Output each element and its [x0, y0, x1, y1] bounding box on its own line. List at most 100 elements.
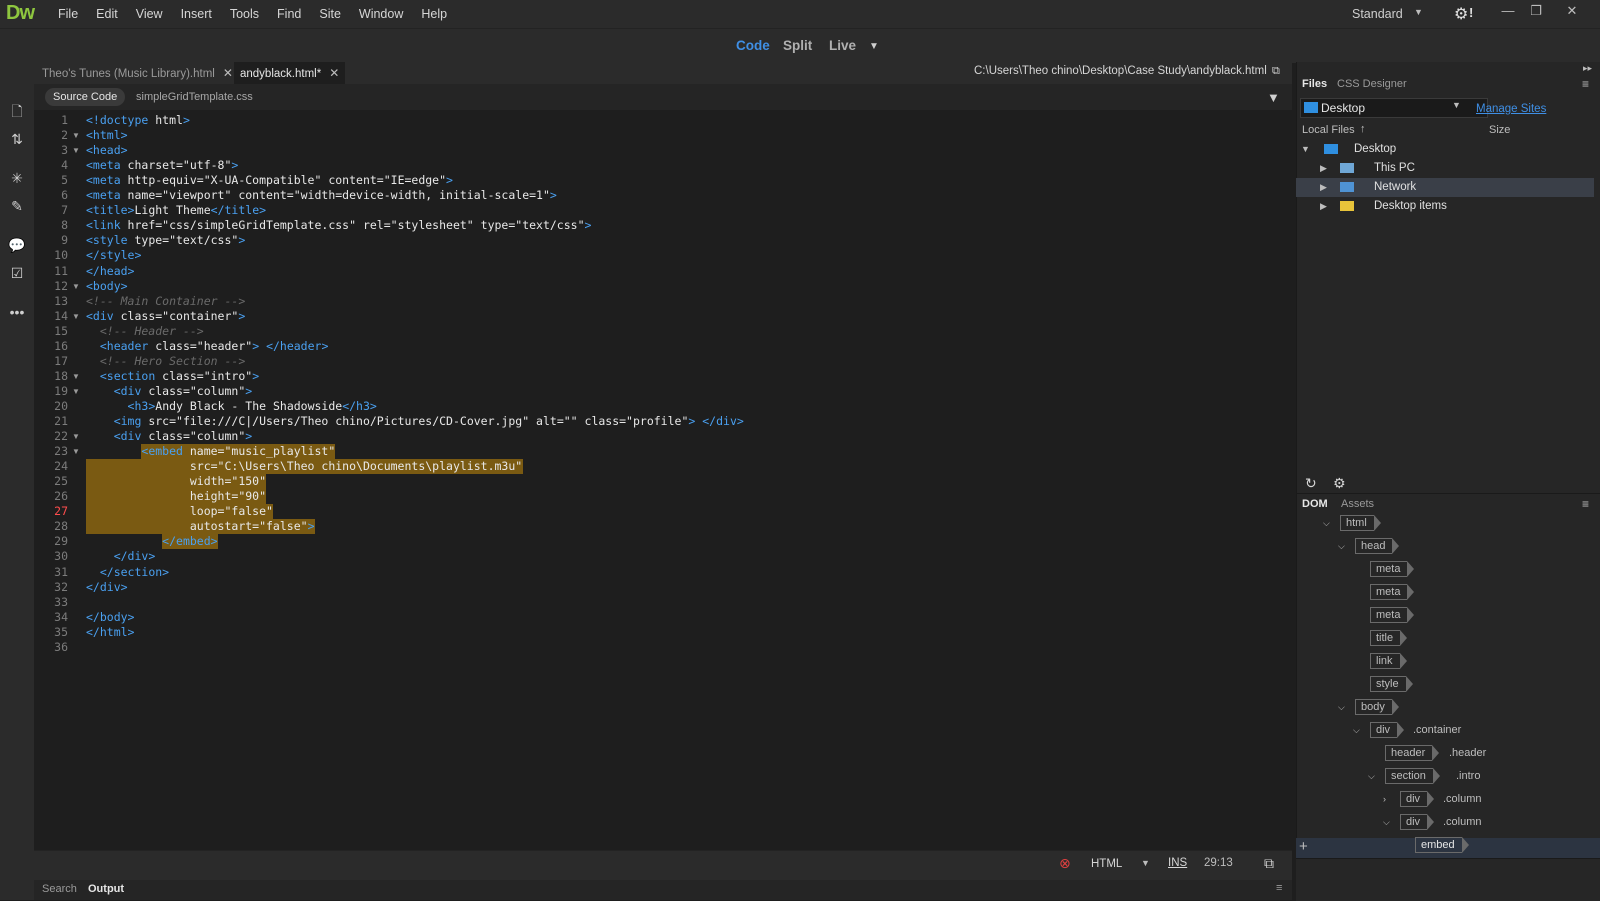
fold-arrow-icon[interactable]: ▼: [72, 146, 80, 155]
error-icon[interactable]: ⊗: [1059, 855, 1071, 872]
chevron-right-icon[interactable]: ›: [1383, 789, 1386, 809]
code-line[interactable]: <!-- Main Container -->: [86, 294, 245, 309]
menu-file[interactable]: File: [49, 0, 87, 28]
dom-tag[interactable]: style: [1370, 676, 1413, 692]
connect-icon[interactable]: ⚙: [1333, 475, 1346, 492]
file-tree-item-network[interactable]: ▶ Network: [1296, 178, 1594, 197]
tab-search[interactable]: Search: [42, 883, 77, 895]
dom-tag[interactable]: embed: [1415, 837, 1469, 853]
chevron-right-icon[interactable]: ▶: [1320, 159, 1327, 178]
dom-tag[interactable]: link: [1370, 653, 1406, 669]
fold-arrow-icon[interactable]: ▼: [72, 432, 80, 441]
code-view-button[interactable]: Code: [736, 38, 770, 53]
code-line[interactable]: <title>Light Theme</title>: [86, 203, 266, 218]
code-line[interactable]: <!-- Hero Section -->: [86, 354, 245, 369]
gear-icon[interactable]: ⚙: [1454, 4, 1468, 24]
fold-arrow-icon[interactable]: ▼: [72, 372, 80, 381]
code-line[interactable]: </section>: [86, 565, 169, 580]
dom-tag[interactable]: div: [1400, 791, 1435, 807]
chevron-down-icon[interactable]: ⌵: [1323, 513, 1330, 533]
code-line[interactable]: <!-- Header -->: [86, 324, 204, 339]
dom-tag[interactable]: meta: [1370, 607, 1416, 623]
panel-menu-icon[interactable]: ≡: [1582, 77, 1589, 91]
dom-tag[interactable]: title: [1370, 630, 1408, 646]
dom-tag[interactable]: body: [1355, 699, 1399, 715]
tab-output[interactable]: Output: [88, 883, 124, 895]
workspace-switcher[interactable]: Standard: [1352, 0, 1403, 28]
code-line[interactable]: <embed name="music_playlist": [86, 444, 335, 459]
size-column-header[interactable]: Size: [1489, 124, 1510, 136]
code-line[interactable]: <!doctype html>: [86, 113, 190, 128]
code-check-icon[interactable]: ☑: [7, 263, 27, 283]
code-line[interactable]: <img src="file:///C|/Users/Theo chino/Pi…: [86, 414, 744, 429]
chevron-right-icon[interactable]: ▶: [1320, 178, 1327, 197]
dom-node[interactable]: link: [1296, 651, 1596, 671]
expand-collapse-icon[interactable]: ✳: [7, 168, 27, 188]
code-line[interactable]: autostart="false">: [86, 519, 315, 534]
code-line[interactable]: <style type="text/css">: [86, 233, 245, 248]
code-line[interactable]: loop="false": [86, 504, 273, 519]
live-view-button[interactable]: Live: [829, 38, 856, 53]
menu-help[interactable]: Help: [412, 0, 456, 28]
open-new-window-icon[interactable]: ⧉: [1272, 65, 1280, 78]
dom-node[interactable]: meta: [1296, 582, 1596, 602]
code-line[interactable]: <html>: [86, 128, 128, 143]
collapse-panel-icon[interactable]: ▸▸: [1583, 63, 1592, 74]
comment-icon[interactable]: 💬: [7, 235, 27, 255]
code-line[interactable]: <h3>Andy Black - The Shadowside</h3>: [86, 399, 377, 414]
dom-node[interactable]: ⌵ html: [1296, 513, 1596, 533]
fold-arrow-icon[interactable]: ▼: [72, 447, 80, 456]
menu-window[interactable]: Window: [350, 0, 412, 28]
code-line[interactable]: width="150": [86, 474, 266, 489]
file-tree-item-desktop[interactable]: ▼ Desktop: [1296, 140, 1594, 159]
live-view-dropdown-icon[interactable]: ▼: [869, 41, 879, 52]
code-line[interactable]: <div class="container">: [86, 309, 245, 324]
dom-node[interactable]: › div .column: [1296, 789, 1596, 809]
close-tab-icon[interactable]: ✕: [223, 66, 233, 80]
menu-edit[interactable]: Edit: [87, 0, 127, 28]
code-line[interactable]: </div>: [86, 580, 128, 595]
format-source-icon[interactable]: ✎: [7, 196, 27, 216]
open-document-icon[interactable]: 🗋: [7, 101, 27, 121]
code-line[interactable]: <meta charset="utf-8">: [86, 158, 238, 173]
menu-insert[interactable]: Insert: [172, 0, 221, 28]
panel-menu-icon[interactable]: ≡: [1582, 497, 1589, 511]
dom-node[interactable]: style: [1296, 674, 1596, 694]
restore-window-icon[interactable]: ❐: [1522, 0, 1550, 24]
manage-sites-link[interactable]: Manage Sites: [1476, 103, 1546, 115]
tab-css-designer[interactable]: CSS Designer: [1337, 78, 1407, 90]
dom-tag[interactable]: head: [1355, 538, 1401, 554]
code-line[interactable]: <div class="column">: [86, 429, 253, 444]
tab-assets[interactable]: Assets: [1341, 498, 1374, 510]
dom-node[interactable]: meta: [1296, 605, 1596, 625]
tab-theos-tunes[interactable]: Theo's Tunes (Music Library).html ✕: [36, 62, 239, 84]
menu-tools[interactable]: Tools: [221, 0, 268, 28]
filter-icon[interactable]: ▼: [1267, 90, 1280, 105]
dom-node[interactable]: ⌵ section .intro: [1296, 766, 1596, 786]
code-line[interactable]: <meta name="viewport" content="width=dev…: [86, 188, 557, 203]
related-css-file[interactable]: simpleGridTemplate.css: [136, 88, 253, 106]
close-window-icon[interactable]: ✕: [1558, 0, 1586, 24]
menu-find[interactable]: Find: [268, 0, 310, 28]
chevron-down-icon[interactable]: ▼: [1301, 140, 1310, 159]
source-code-button[interactable]: Source Code: [45, 88, 126, 106]
preview-window-icon[interactable]: ⧉: [1264, 855, 1274, 872]
menu-site[interactable]: Site: [310, 0, 350, 28]
dom-tag[interactable]: div: [1370, 722, 1405, 738]
file-management-icon[interactable]: ⇅: [7, 129, 27, 149]
code-line[interactable]: <header class="header"> </header>: [86, 339, 329, 354]
menu-view[interactable]: View: [127, 0, 172, 28]
code-line[interactable]: height="90": [86, 489, 266, 504]
close-tab-icon[interactable]: ✕: [329, 66, 339, 80]
chevron-down-icon[interactable]: ⌵: [1338, 697, 1345, 717]
code-line[interactable]: <section class="intro">: [86, 369, 259, 384]
dom-node[interactable]: ⌵ div .container: [1296, 720, 1596, 740]
minimize-icon[interactable]: —: [1494, 0, 1522, 24]
dom-tag[interactable]: html: [1340, 515, 1381, 531]
code-line[interactable]: <body>: [86, 279, 128, 294]
code-line[interactable]: </div>: [86, 549, 156, 564]
dom-node[interactable]: header .header: [1296, 743, 1596, 763]
file-tree-item-this-pc[interactable]: ▶ This PC: [1296, 159, 1594, 178]
dom-node[interactable]: meta: [1296, 559, 1596, 579]
dom-node[interactable]: ⌵ body: [1296, 697, 1596, 717]
